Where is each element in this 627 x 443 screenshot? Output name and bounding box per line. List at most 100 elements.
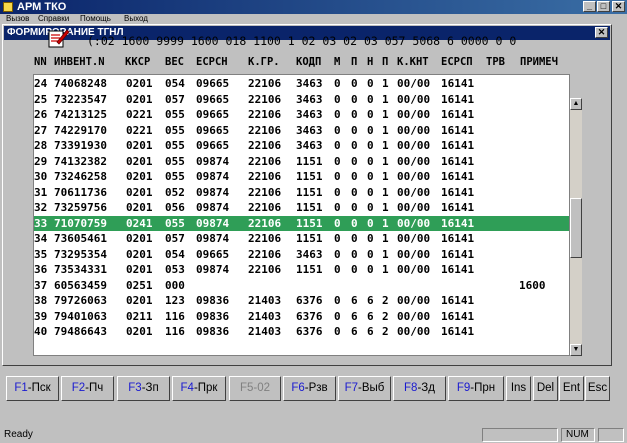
ent-key-button[interactable]: Ent bbox=[559, 376, 584, 401]
cell-p2: 1 bbox=[382, 216, 389, 230]
scroll-up-button[interactable]: ▲ bbox=[570, 98, 582, 110]
col-header-kgr: К.ГР. bbox=[248, 56, 280, 68]
fkey-f5-button[interactable]: F5-02 bbox=[229, 376, 281, 401]
table-row[interactable]: 32 73259756 0201 056 09874 22106 1151 0 0 0 1 00/00… bbox=[34, 200, 569, 216]
table-row[interactable]: 25 73223547 0201 057 09665 22106 3463 0 0 0 1 00/00… bbox=[34, 92, 569, 108]
fkey-f4-button[interactable]: F4-Прк bbox=[172, 376, 226, 401]
table-row[interactable]: 39 79401063 0211 116 09836 21403 6376 0 6 6 2 00/00… bbox=[34, 309, 569, 325]
cell-p2: 1 bbox=[382, 201, 389, 214]
fkey-f2-button[interactable]: F2-Пч bbox=[61, 376, 114, 401]
fkey-f1-button[interactable]: F1-Пск bbox=[6, 376, 59, 401]
fkey-label: -Пск bbox=[27, 382, 51, 394]
cell-n: 0 bbox=[367, 139, 374, 152]
table-row[interactable]: 31 70611736 0201 052 09874 22106 1151 0 0 0 1 00/00… bbox=[34, 185, 569, 201]
cell-nn: 26 bbox=[34, 108, 48, 121]
col-header-esrsn: ЕСРСН bbox=[196, 56, 228, 68]
cell-p1: 0 bbox=[351, 232, 358, 245]
minimize-button[interactable]: _ bbox=[583, 1, 596, 12]
cell-p2: 1 bbox=[382, 139, 389, 152]
table-row[interactable]: 40 79486643 0201 116 09836 21403 6376 0 6 6 2 00/00… bbox=[34, 324, 569, 340]
table-row[interactable]: 26 74213125 0221 055 09665 22106 3463 0 0 0 1 00/00… bbox=[34, 107, 569, 123]
scroll-thumb[interactable] bbox=[570, 198, 582, 258]
close-app-button[interactable]: ✕ bbox=[612, 1, 625, 12]
dialog-close-button[interactable]: ✕ bbox=[595, 27, 608, 38]
cell-weight: 056 bbox=[165, 201, 185, 214]
maximize-button[interactable]: □ bbox=[597, 1, 610, 12]
cell-m: 0 bbox=[334, 201, 341, 214]
cell-kksr: 0221 bbox=[126, 123, 153, 137]
cell-m: 0 bbox=[334, 232, 341, 245]
cell-p1: 0 bbox=[351, 77, 358, 90]
cell-p1: 0 bbox=[351, 92, 358, 106]
cell-kksr: 0201 bbox=[126, 170, 153, 183]
cell-kgr: 22106 bbox=[248, 247, 282, 261]
cell-p1: 0 bbox=[351, 108, 358, 121]
cell-p2: 1 bbox=[382, 232, 389, 245]
cell-esrsn: 09665 bbox=[196, 139, 230, 152]
ins-key-button[interactable]: Ins bbox=[506, 376, 531, 401]
cell-nn: 34 bbox=[34, 232, 48, 245]
table-row[interactable]: 24 74068248 0201 054 09665 22106 3463 0 0 0 1 00/00… bbox=[34, 76, 569, 92]
table-row[interactable]: 29 74132382 0201 055 09874 22106 1151 0 0 0 1 00/00… bbox=[34, 154, 569, 170]
cell-nn: 24 bbox=[34, 77, 48, 90]
wagon-table[interactable]: 24 74068248 0201 054 09665 22106 3463 0 0 0 1 00/00… bbox=[33, 74, 570, 356]
fkey-f7-button[interactable]: F7-Выб bbox=[338, 376, 391, 401]
cell-weight: 116 bbox=[165, 325, 185, 338]
cell-kodp: 3463 bbox=[296, 247, 323, 261]
col-header-weight: ВЕС bbox=[165, 56, 184, 68]
table-row[interactable]: 36 73534331 0201 053 09874 22106 1151 0 0 0 1 00/00… bbox=[34, 262, 569, 278]
fkey-f3-button[interactable]: F3-Зп bbox=[117, 376, 170, 401]
fkey-f8-button[interactable]: F8-Зд bbox=[393, 376, 446, 401]
menu-item-reference[interactable]: Справки bbox=[38, 14, 69, 24]
cell-kknt: 00/00 bbox=[397, 309, 431, 323]
table-row[interactable]: 38 79726063 0201 123 09836 21403 6376 0 6 6 2 00/00… bbox=[34, 293, 569, 309]
cell-m: 0 bbox=[334, 170, 341, 183]
esc-key-button[interactable]: Esc bbox=[585, 376, 610, 401]
table-row[interactable]: 35 73295354 0201 054 09665 22106 3463 0 0 0 1 00/00… bbox=[34, 247, 569, 263]
table-row[interactable]: 37 60563459 0251 000 1600 bbox=[34, 278, 569, 294]
col-header-m: М bbox=[334, 56, 341, 68]
cell-p2: 1 bbox=[382, 170, 389, 183]
fkey-code: F7 bbox=[344, 382, 359, 394]
cell-weight: 055 bbox=[165, 154, 185, 168]
cell-weight: 055 bbox=[165, 108, 185, 121]
cell-m: 0 bbox=[334, 247, 341, 261]
cell-p1: 0 bbox=[351, 170, 358, 183]
scroll-down-button[interactable]: ▼ bbox=[570, 344, 582, 356]
cell-inventory: 60563459 bbox=[54, 278, 107, 292]
cell-kodp: 3463 bbox=[296, 123, 323, 137]
fkey-f6-button[interactable]: F6-Рзв bbox=[283, 376, 336, 401]
cell-nn: 32 bbox=[34, 201, 48, 214]
cell-esrsn: 09665 bbox=[196, 123, 230, 137]
fkey-f9-button[interactable]: F9-Прн bbox=[448, 376, 504, 401]
cell-esrsp: 16141 bbox=[441, 309, 475, 323]
cell-m: 0 bbox=[334, 263, 341, 276]
table-row[interactable]: 34 73605461 0201 057 09874 22106 1151 0 0 0 1 00/00… bbox=[34, 231, 569, 247]
cell-kgr: 22106 bbox=[248, 108, 282, 121]
menu-item-exit[interactable]: Выход bbox=[124, 14, 148, 24]
table-row[interactable]: 27 74229170 0221 055 09665 22106 3463 0 0 0 1 00/00… bbox=[34, 123, 569, 139]
cell-nn: 38 bbox=[34, 294, 48, 307]
menu-item-help[interactable]: Помощь bbox=[80, 14, 111, 24]
cell-kknt: 00/00 bbox=[397, 139, 431, 152]
table-row[interactable]: 30 73246258 0201 055 09874 22106 1151 0 0 0 1 00/00… bbox=[34, 169, 569, 185]
table-row[interactable]: 28 73391930 0201 055 09665 22106 3463 0 0 0 1 00/00… bbox=[34, 138, 569, 154]
table-row-selected[interactable]: 33 71070759 0241 055 09874 22106 1151 0 0 0 1 00/00… bbox=[34, 215, 569, 231]
cell-p2: 1 bbox=[382, 247, 389, 261]
cell-weight: 000 bbox=[165, 278, 185, 292]
cell-kksr: 0201 bbox=[126, 325, 153, 338]
del-key-button[interactable]: Del bbox=[533, 376, 558, 401]
cell-esrsp: 16141 bbox=[441, 123, 475, 137]
cell-inventory: 74132382 bbox=[54, 154, 107, 168]
cell-esrsp: 16141 bbox=[441, 92, 475, 106]
cell-kodp: 6376 bbox=[296, 294, 323, 307]
vertical-scrollbar[interactable]: ▲ ▼ bbox=[570, 98, 582, 356]
cell-esrsn: 09874 bbox=[196, 185, 230, 199]
fkey-label: -Рзв bbox=[304, 382, 328, 394]
cell-m: 0 bbox=[334, 108, 341, 121]
col-header-p1: П bbox=[351, 56, 358, 68]
document-edit-icon[interactable] bbox=[48, 28, 70, 48]
cell-m: 0 bbox=[334, 294, 341, 307]
menu-item-call[interactable]: Вызов bbox=[6, 14, 29, 24]
cell-kksr: 0201 bbox=[126, 154, 153, 168]
